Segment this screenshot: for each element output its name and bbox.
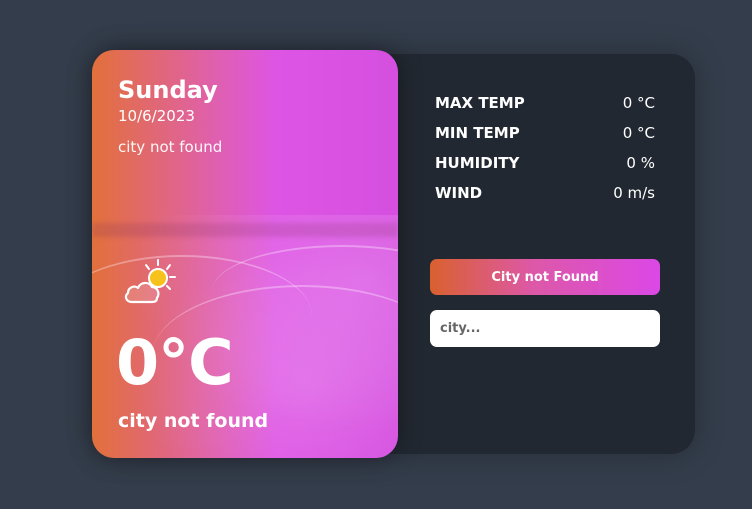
stat-value: 0 °C: [622, 124, 655, 142]
temperature: 0°C: [116, 326, 234, 399]
stat-label: WIND: [435, 184, 483, 202]
location-text: city not found: [118, 138, 223, 156]
stat-label: MAX TEMP: [435, 94, 525, 112]
stat-min-temp: MIN TEMP 0 °C: [435, 124, 655, 154]
stat-max-temp: MAX TEMP 0 °C: [435, 94, 655, 124]
stats-list: MAX TEMP 0 °C MIN TEMP 0 °C HUMIDITY 0 %…: [435, 94, 655, 214]
stat-value: 0 %: [626, 154, 655, 172]
stat-value: 0 °C: [622, 94, 655, 112]
stat-wind: WIND 0 m/s: [435, 184, 655, 214]
day-name: Sunday: [118, 76, 218, 104]
stat-label: MIN TEMP: [435, 124, 520, 142]
stat-humidity: HUMIDITY 0 %: [435, 154, 655, 184]
weather-card: Sunday 10/6/2023 city not found 0°C city…: [92, 50, 398, 458]
city-search-input[interactable]: [430, 310, 660, 347]
date: 10/6/2023: [118, 107, 195, 125]
search-button[interactable]: City not Found: [430, 259, 660, 295]
partly-cloudy-icon: [124, 259, 176, 304]
horizon: [92, 223, 398, 237]
stat-label: HUMIDITY: [435, 154, 520, 172]
weather-description: city not found: [118, 410, 269, 432]
stat-value: 0 m/s: [613, 184, 655, 202]
